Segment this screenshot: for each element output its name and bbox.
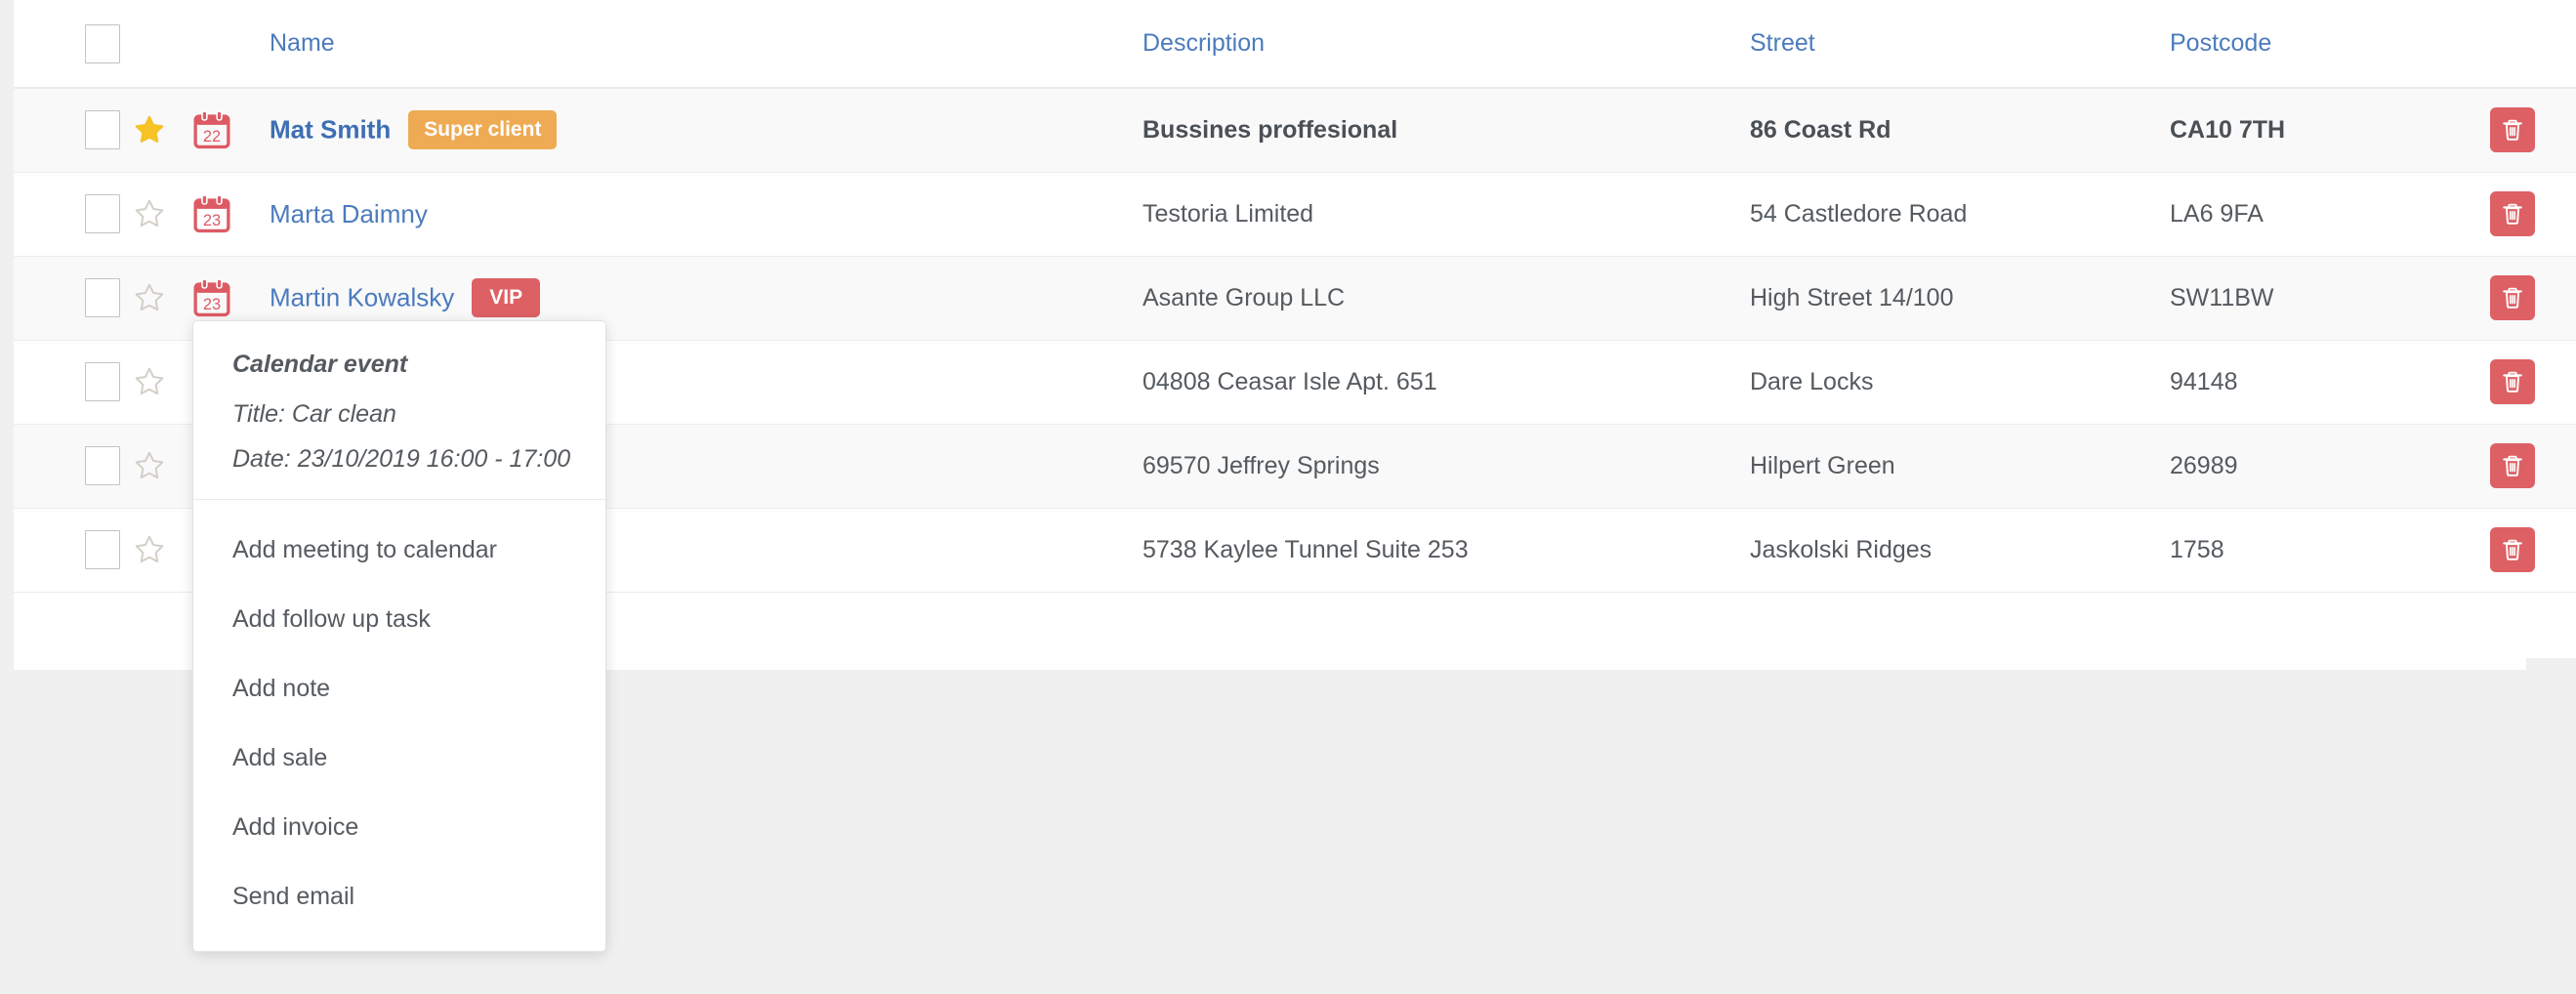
- popup-menu-item[interactable]: Add sale: [193, 724, 605, 793]
- status-badge[interactable]: Super client: [408, 110, 558, 150]
- contact-street-cell: Dare Locks: [1748, 340, 2168, 425]
- row-actions-cell: [2480, 340, 2576, 425]
- row-select-cell: [14, 340, 133, 425]
- row-favorite-cell: [133, 340, 193, 425]
- calendar-event-popup-title: Calendar event: [232, 351, 408, 378]
- page-root: Name Description Street Postcode 22 Mat S…: [0, 0, 2576, 994]
- column-header-description-label[interactable]: Description: [1143, 29, 1265, 57]
- row-select-checkbox[interactable]: [85, 278, 120, 317]
- delete-row-button[interactable]: [2490, 275, 2535, 320]
- contact-name-cell: Marta Daimny: [260, 172, 1141, 257]
- calendar-icon[interactable]: 23: [193, 278, 230, 317]
- row-actions-cell: [2480, 172, 2576, 257]
- row-favorite-cell: [133, 88, 193, 173]
- contact-postcode-cell: LA6 9FA: [2168, 172, 2480, 257]
- contact-street-cell: Jaskolski Ridges: [1748, 508, 2168, 593]
- calendar-event-popup-menu: Add meeting to calendar Add follow up tas…: [193, 500, 605, 951]
- row-select-cell: [14, 88, 133, 173]
- row-select-checkbox[interactable]: [85, 446, 120, 485]
- row-actions-cell: [2480, 508, 2576, 593]
- calendar-icon[interactable]: 22: [193, 110, 230, 149]
- row-select-cell: [14, 256, 133, 341]
- calendar-event-popup: Calendar event Title: Car clean Date: 23…: [192, 320, 606, 952]
- column-header-name-label[interactable]: Name: [270, 29, 335, 57]
- delete-row-button[interactable]: [2490, 443, 2535, 488]
- popup-menu-item[interactable]: Add invoice: [193, 793, 605, 862]
- contact-description-cell: 04808 Ceasar Isle Apt. 651: [1141, 340, 1748, 425]
- row-select-checkbox[interactable]: [85, 530, 120, 569]
- contact-description-cell: Asante Group LLC: [1141, 256, 1748, 341]
- calendar-event-date-text: Date: 23/10/2019 16:00 - 17:00: [232, 445, 571, 473]
- row-favorite-cell: [133, 256, 193, 341]
- contact-postcode-cell: SW11BW: [2168, 256, 2480, 341]
- row-favorite-cell: [133, 424, 193, 509]
- row-select-checkbox[interactable]: [85, 110, 120, 150]
- row-calendar-cell: 22: [193, 88, 260, 173]
- contact-name-link[interactable]: Martin Kowalsky: [270, 283, 454, 312]
- table-row[interactable]: 22 Mat Smith Super client Bussines proffesi…: [14, 88, 2576, 173]
- popup-menu-item[interactable]: Add note: [193, 654, 605, 724]
- star-outline-icon[interactable]: [133, 365, 166, 398]
- star-outline-icon[interactable]: [133, 197, 166, 230]
- contact-street-cell: 86 Coast Rd: [1748, 88, 2168, 173]
- contact-street-cell: High Street 14/100: [1748, 256, 2168, 341]
- contact-description-cell: 5738 Kaylee Tunnel Suite 253: [1141, 508, 1748, 593]
- column-header-description[interactable]: Description: [1141, 0, 1748, 89]
- row-actions-cell: [2480, 424, 2576, 509]
- select-all-header: [14, 0, 133, 89]
- contact-name-link[interactable]: Marta Daimny: [270, 199, 428, 228]
- row-select-cell: [14, 172, 133, 257]
- contact-street-cell: 54 Castledore Road: [1748, 172, 2168, 257]
- contact-postcode-cell: CA10 7TH: [2168, 88, 2480, 173]
- contact-postcode-cell: 94148: [2168, 340, 2480, 425]
- delete-row-button[interactable]: [2490, 527, 2535, 572]
- contact-description-cell: Testoria Limited: [1141, 172, 1748, 257]
- popup-menu-item[interactable]: Send email: [193, 862, 605, 932]
- delete-row-button[interactable]: [2490, 359, 2535, 404]
- actions-header: [2480, 0, 2576, 89]
- row-select-cell: [14, 424, 133, 509]
- delete-row-button[interactable]: [2490, 191, 2535, 236]
- row-favorite-cell: [133, 172, 193, 257]
- row-favorite-cell: [133, 508, 193, 593]
- calendar-icon[interactable]: 23: [193, 194, 230, 233]
- row-select-checkbox[interactable]: [85, 362, 120, 401]
- svg-text:22: 22: [203, 128, 221, 145]
- column-header-street-label[interactable]: Street: [1750, 29, 1815, 57]
- calendar-event-popup-header: Calendar event Title: Car clean Date: 23…: [193, 321, 605, 500]
- row-select-cell: [14, 508, 133, 593]
- contact-name-link[interactable]: Mat Smith: [270, 115, 391, 145]
- svg-text:23: 23: [203, 212, 221, 229]
- calendar-event-title-text: Title: Car clean: [232, 400, 396, 428]
- column-header-street[interactable]: Street: [1748, 0, 2168, 89]
- star-filled-icon[interactable]: [133, 113, 166, 146]
- row-calendar-cell: 23: [193, 172, 260, 257]
- calendar-header: [193, 0, 260, 89]
- status-badge[interactable]: VIP: [472, 277, 541, 318]
- contact-description-cell: 69570 Jeffrey Springs: [1141, 424, 1748, 509]
- popup-menu-item[interactable]: Add follow up task: [193, 585, 605, 654]
- column-header-name[interactable]: Name: [260, 0, 1141, 89]
- column-header-postcode-label[interactable]: Postcode: [2170, 29, 2271, 57]
- row-actions-cell: [2480, 88, 2576, 173]
- table-header-row: Name Description Street Postcode: [14, 0, 2576, 89]
- select-all-checkbox[interactable]: [85, 23, 120, 63]
- contact-postcode-cell: 26989: [2168, 424, 2480, 509]
- star-outline-icon[interactable]: [133, 281, 166, 314]
- column-header-postcode[interactable]: Postcode: [2168, 0, 2480, 89]
- delete-row-button[interactable]: [2490, 107, 2535, 153]
- row-actions-cell: [2480, 256, 2576, 341]
- contact-postcode-cell: 1758: [2168, 508, 2480, 593]
- popup-menu-item[interactable]: Add meeting to calendar: [193, 516, 605, 585]
- star-header: [133, 0, 193, 89]
- row-select-checkbox[interactable]: [85, 194, 120, 233]
- star-outline-icon[interactable]: [133, 533, 166, 566]
- table-row[interactable]: 23 Marta Daimny Testoria Limited 54 Castled…: [14, 172, 2576, 257]
- contact-description-cell: Bussines proffesional: [1141, 88, 1748, 173]
- contact-name-cell: Mat Smith Super client: [260, 88, 1141, 173]
- table-header: Name Description Street Postcode: [14, 0, 2576, 89]
- svg-text:23: 23: [203, 296, 221, 313]
- star-outline-icon[interactable]: [133, 449, 166, 482]
- contact-street-cell: Hilpert Green: [1748, 424, 2168, 509]
